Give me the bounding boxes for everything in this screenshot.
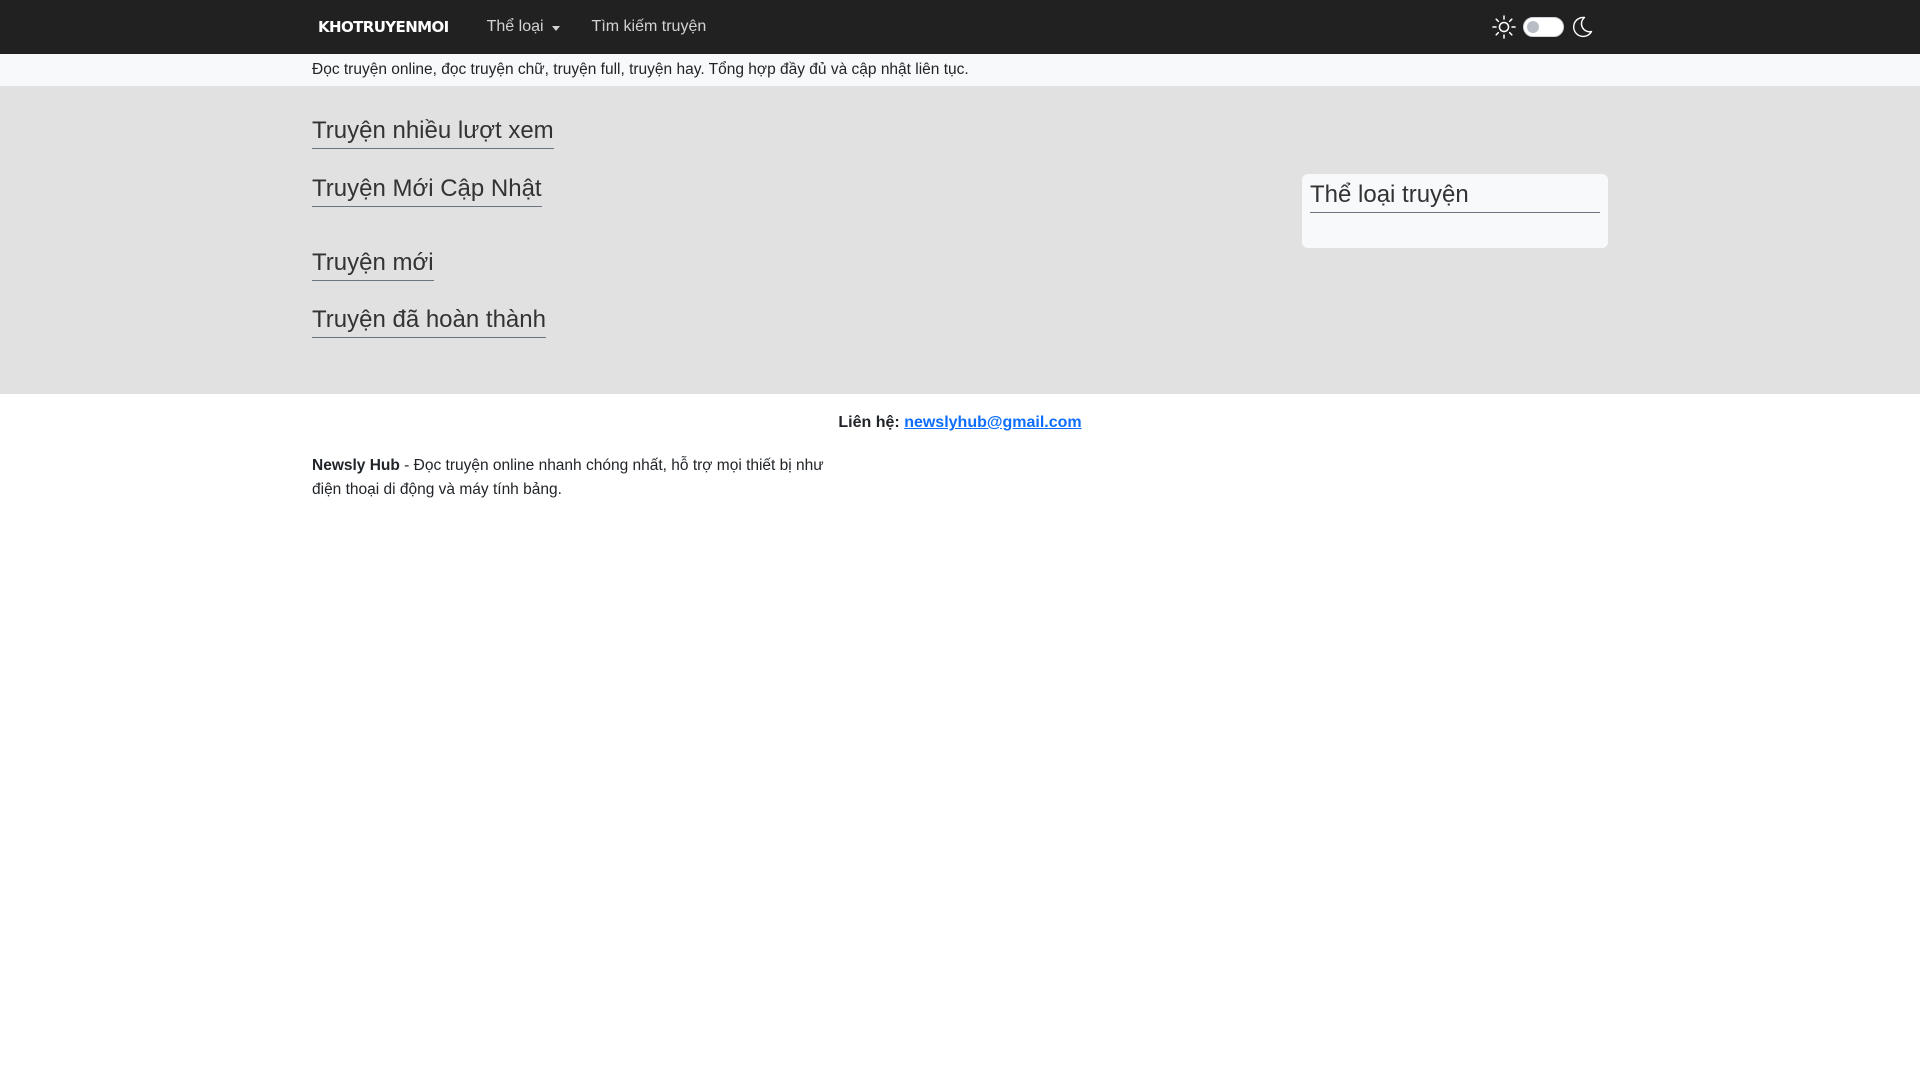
footer: Liên hệ: newslyhub@gmail.com Newsly Hub … [0,394,1920,1080]
caret-down-icon [551,25,560,31]
slogan-bar: Đọc truyện online, đọc truyện chữ, truyệ… [0,54,1920,86]
theme-toggle-switch[interactable] [1523,17,1564,37]
theme-switcher [1491,14,1608,40]
footer-contact: Liên hệ: newslyhub@gmail.com [0,414,1920,432]
main-content: Truyện nhiều lượt xem Truyện Mới Cập Nhậ… [0,86,1920,394]
site-slogan: Đọc truyện online, đọc truyện chữ, truyệ… [312,61,969,78]
nav-search-label: Tìm kiếm truyện [591,18,707,35]
section-title-recently-updated: Truyện Mới Cập Nhật [312,175,542,208]
sidebar-title-genres: Thể loại truyện [1310,181,1600,214]
toggle-knob [1527,21,1539,33]
section-title-new: Truyện mới [312,249,434,282]
footer-about: Newsly Hub - Đọc truyện online nhanh chó… [312,454,852,502]
contact-email-link[interactable]: newslyhub@gmail.com [904,414,1081,431]
contact-label: Liên hệ: [838,414,900,431]
navbar-inner: KHOTRUYENMOI Thể loại Tìm kiếm truyện [312,0,1608,54]
section-title-completed: Truyện đã hoàn thành [312,306,546,339]
brand-text: KHOTRUYENMOI [318,18,449,36]
genre-sidebar-card: Thể loại truyện [1302,174,1608,248]
nav-genres-dropdown[interactable]: Thể loại [471,0,576,54]
nav-genres-label: Thể loại [486,18,544,35]
section-title-most-viewed: Truyện nhiều lượt xem [312,117,554,150]
sun-icon [1491,14,1517,40]
navbar: KHOTRUYENMOI Thể loại Tìm kiếm truyện [0,0,1920,54]
brand-logo[interactable]: KHOTRUYENMOI [312,0,471,54]
footer-site-name: Newsly Hub [312,457,400,474]
nav-search-link[interactable]: Tìm kiếm truyện [576,0,723,54]
moon-icon [1570,15,1594,39]
